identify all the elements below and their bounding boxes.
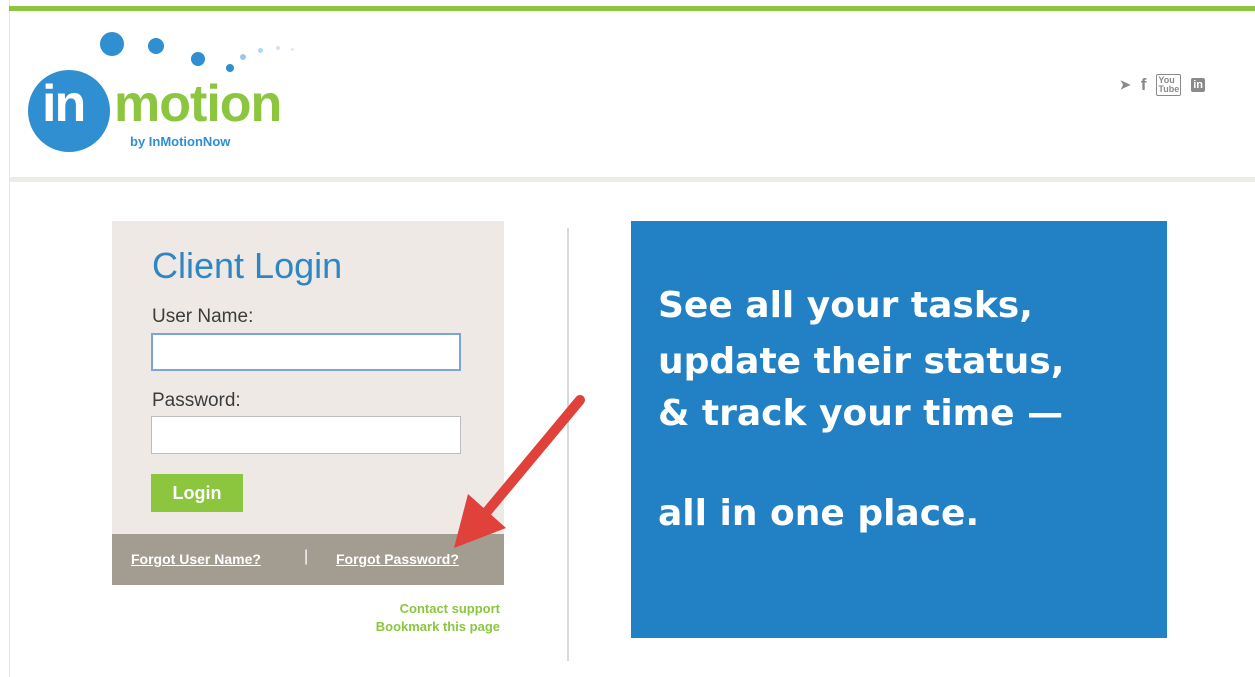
promo-line-2: update their status, (658, 341, 1065, 382)
login-button[interactable]: Login (151, 474, 243, 512)
logo-dot (191, 52, 205, 66)
twitter-icon[interactable]: ➤ (1120, 77, 1131, 93)
link-separator: | (304, 548, 309, 565)
password-label: Password: (152, 390, 241, 411)
linkedin-icon[interactable]: in (1191, 78, 1205, 92)
header-divider (10, 177, 1255, 182)
logo-text-motion: motion (114, 75, 282, 133)
youtube-icon[interactable]: You Tube (1156, 74, 1182, 96)
facebook-icon[interactable]: f (1141, 75, 1147, 95)
forgot-username-link[interactable]: Forgot User Name? (131, 551, 261, 567)
logo-dot (148, 38, 164, 54)
logo-dot (240, 54, 246, 60)
logo-byline: by InMotionNow (130, 134, 231, 149)
logo-dot (100, 32, 124, 56)
password-input[interactable] (151, 416, 461, 454)
contact-support-link[interactable]: Contact support (300, 600, 500, 618)
promo-line-1: See all your tasks, (658, 285, 1033, 326)
arrow-shaft (475, 395, 585, 525)
username-input[interactable] (151, 333, 461, 371)
red-arrow-annotation (454, 395, 585, 548)
logo-dot (226, 64, 234, 72)
promo-line-4: all in one place. (658, 493, 980, 534)
logo-dot (291, 48, 294, 51)
logo-dot (276, 46, 280, 50)
promo-line-3: & track your time — (658, 393, 1064, 434)
login-title: Client Login (152, 245, 343, 286)
social-links: ➤ f You Tube in (1120, 74, 1205, 96)
username-label: User Name: (152, 306, 254, 327)
support-links: Contact support Bookmark this page (300, 600, 500, 636)
logo-dot (258, 48, 263, 53)
promo-panel: See all your tasks, update their status,… (631, 221, 1167, 638)
logo-text-in: in (42, 75, 86, 133)
inmotion-logo[interactable]: in motion by InMotionNow (26, 30, 326, 160)
bookmark-page-link[interactable]: Bookmark this page (300, 618, 500, 636)
